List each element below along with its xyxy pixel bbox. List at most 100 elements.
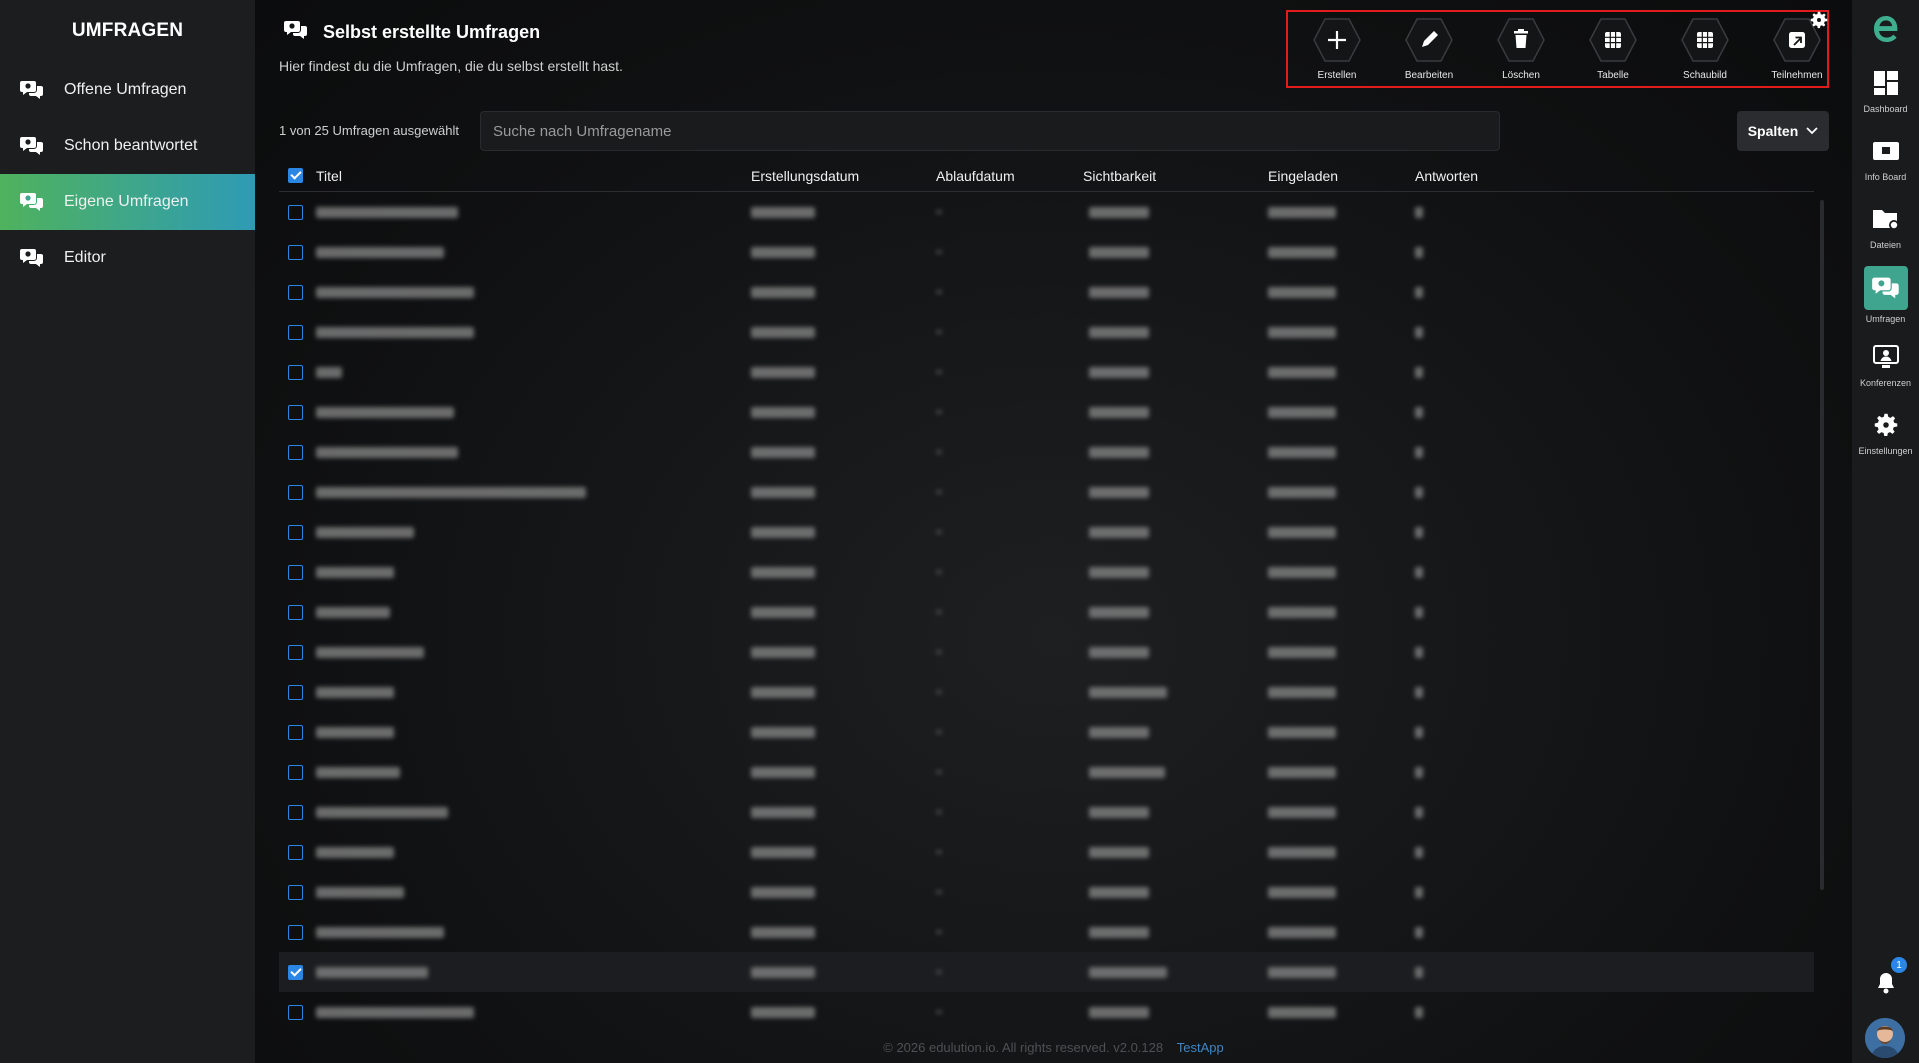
- table-row[interactable]: [279, 912, 1814, 952]
- nav-dashboard[interactable]: Dashboard: [1852, 66, 1919, 114]
- table-row[interactable]: [279, 552, 1814, 592]
- row-checkbox[interactable]: [288, 885, 303, 900]
- cell-answers: [1415, 247, 1423, 258]
- column-header-expires[interactable]: Ablaufdatum: [936, 168, 1015, 184]
- table-row[interactable]: [279, 512, 1814, 552]
- sidebar-item-schon-beantwortet[interactable]: Schon beantwortet: [0, 118, 255, 174]
- row-checkbox[interactable]: [288, 205, 303, 220]
- column-header-visibility[interactable]: Sichtbarkeit: [1083, 168, 1156, 184]
- table-row[interactable]: [279, 272, 1814, 312]
- cell-title: [316, 527, 414, 538]
- nav-conferences[interactable]: Konferenzen: [1852, 340, 1919, 388]
- table-row[interactable]: [279, 432, 1814, 472]
- row-checkbox[interactable]: [288, 365, 303, 380]
- cell-answers: [1415, 607, 1423, 618]
- avatar[interactable]: [1865, 1018, 1905, 1058]
- cell-title: [316, 1007, 474, 1018]
- row-checkbox[interactable]: [288, 845, 303, 860]
- table-row[interactable]: [279, 312, 1814, 352]
- row-checkbox[interactable]: [288, 925, 303, 940]
- row-checkbox[interactable]: [288, 765, 303, 780]
- row-checkbox[interactable]: [288, 605, 303, 620]
- nav-settings[interactable]: Einstellungen: [1852, 408, 1919, 456]
- row-checkbox[interactable]: [288, 405, 303, 420]
- cell-title: [316, 847, 394, 858]
- row-checkbox[interactable]: [288, 325, 303, 340]
- app-logo[interactable]: [1852, 12, 1919, 46]
- sidebar-title: UMFRAGEN: [71, 20, 184, 41]
- column-header-answers[interactable]: Antworten: [1415, 168, 1478, 184]
- table-row[interactable]: [279, 672, 1814, 712]
- cell-expires: [936, 970, 942, 974]
- cell-answers: [1415, 647, 1423, 658]
- footer-link[interactable]: TestApp: [1177, 1040, 1224, 1055]
- table-row[interactable]: [279, 752, 1814, 792]
- edit-button[interactable]: Bearbeiten: [1397, 18, 1461, 81]
- row-checkbox[interactable]: [288, 685, 303, 700]
- copyright-text: © 2026 edulution.io. All rights reserved…: [883, 1040, 1164, 1055]
- cell-expires: [936, 490, 942, 494]
- cell-invited: [1268, 1007, 1336, 1018]
- row-checkbox[interactable]: [288, 805, 303, 820]
- sidebar-item-offene-umfragen[interactable]: Offene Umfragen: [0, 62, 255, 118]
- cell-invited: [1268, 847, 1336, 858]
- nav-info-board[interactable]: Info Board: [1852, 134, 1919, 182]
- row-checkbox[interactable]: [288, 645, 303, 660]
- sidebar-item-editor[interactable]: Editor: [0, 230, 255, 286]
- cell-invited: [1268, 327, 1336, 338]
- cell-invited: [1268, 247, 1336, 258]
- row-checkbox[interactable]: [288, 245, 303, 260]
- columns-button[interactable]: Spalten: [1737, 111, 1829, 151]
- table-row[interactable]: [279, 472, 1814, 512]
- row-checkbox[interactable]: [288, 565, 303, 580]
- cell-answers: [1415, 807, 1423, 818]
- table-row[interactable]: [279, 192, 1814, 232]
- cell-answers: [1415, 407, 1423, 418]
- table-row[interactable]: [279, 792, 1814, 832]
- scrollbar[interactable]: [1820, 200, 1824, 890]
- row-checkbox[interactable]: [288, 965, 303, 980]
- column-header-title[interactable]: Titel: [316, 168, 342, 184]
- row-checkbox[interactable]: [288, 285, 303, 300]
- cell-title: [316, 687, 394, 698]
- table-row[interactable]: [279, 872, 1814, 912]
- cell-answers: [1415, 527, 1423, 538]
- chart-button[interactable]: Schaubild: [1673, 18, 1737, 81]
- sidebar-item-eigene-umfragen[interactable]: Eigene Umfragen: [0, 174, 255, 230]
- gear-icon[interactable]: [1808, 9, 1830, 31]
- row-checkbox[interactable]: [288, 485, 303, 500]
- row-checkbox[interactable]: [288, 725, 303, 740]
- row-checkbox[interactable]: [288, 1005, 303, 1020]
- table-row[interactable]: [279, 992, 1814, 1032]
- create-button[interactable]: Erstellen: [1305, 18, 1369, 81]
- row-checkbox[interactable]: [288, 445, 303, 460]
- column-header-created[interactable]: Erstellungsdatum: [751, 168, 859, 184]
- table-button[interactable]: Tabelle: [1581, 18, 1645, 81]
- column-header-invited[interactable]: Eingeladen: [1268, 168, 1338, 184]
- cell-answers: [1415, 367, 1423, 378]
- row-checkbox[interactable]: [288, 525, 303, 540]
- cell-created: [751, 607, 815, 618]
- table-row[interactable]: [279, 392, 1814, 432]
- cell-invited: [1268, 567, 1336, 578]
- nav-files[interactable]: Dateien: [1852, 202, 1919, 250]
- table-row[interactable]: [279, 632, 1814, 672]
- chevron-down-icon: [1806, 127, 1818, 135]
- table-row[interactable]: [279, 712, 1814, 752]
- select-all-checkbox[interactable]: [288, 168, 303, 183]
- notifications-button[interactable]: [1852, 966, 1919, 1000]
- table-row[interactable]: [279, 232, 1814, 272]
- cell-title: [316, 327, 474, 338]
- table-row[interactable]: [279, 352, 1814, 392]
- cell-answers: [1415, 887, 1423, 898]
- cell-invited: [1268, 367, 1336, 378]
- cell-created: [751, 567, 815, 578]
- cell-expires: [936, 1010, 942, 1014]
- table-row[interactable]: [279, 592, 1814, 632]
- search-input[interactable]: [480, 111, 1500, 151]
- nav-surveys[interactable]: Umfragen: [1852, 266, 1919, 324]
- table-row[interactable]: [279, 952, 1814, 992]
- delete-button[interactable]: Löschen: [1489, 18, 1553, 81]
- cell-visibility: [1089, 327, 1149, 338]
- table-row[interactable]: [279, 832, 1814, 872]
